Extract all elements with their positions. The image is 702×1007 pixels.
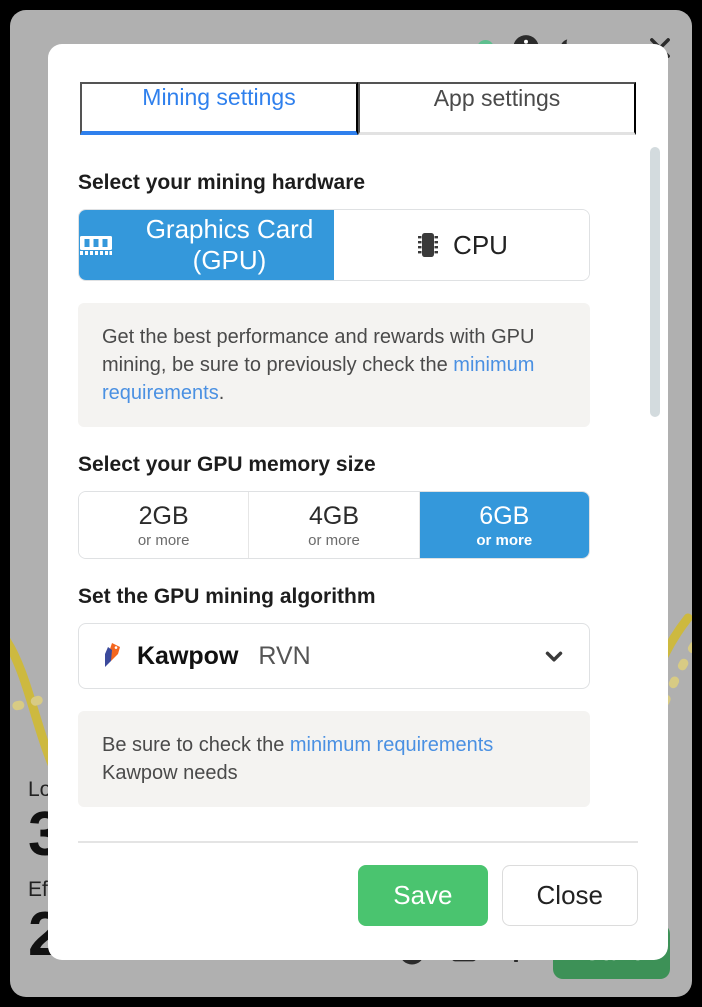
gpu-info-text-after: . — [218, 382, 225, 404]
algorithm-dropdown[interactable]: Kawpow RVN — [78, 623, 590, 689]
memory-option-4gb[interactable]: 4GB or more — [249, 492, 420, 558]
algorithm-info-text-after: Kawpow needs — [102, 762, 238, 784]
algorithm-ticker: RVN — [258, 641, 311, 670]
scrollbar-track[interactable] — [650, 147, 660, 825]
chevron-down-icon[interactable] — [541, 643, 567, 669]
algorithm-section: Set the GPU mining algorithm Kawpow RVN — [78, 585, 638, 807]
memory-option-2gb-sub: or more — [137, 531, 190, 549]
memory-option-6gb-sub: or more — [476, 531, 533, 549]
ravencoin-icon — [101, 641, 123, 671]
memory-option-4gb-sub: or more — [308, 531, 360, 549]
hardware-option-gpu-label: Graphics Card (GPU) — [145, 214, 314, 275]
gpu-icon — [79, 232, 113, 258]
hardware-option-gpu[interactable]: Graphics Card (GPU) — [79, 210, 334, 280]
memory-option-4gb-size: 4GB — [308, 501, 359, 530]
hardware-title: Select your mining hardware — [78, 171, 366, 194]
memory-section: Select your GPU memory size 2GB or more … — [78, 453, 638, 559]
memory-title: Select your GPU memory size — [78, 453, 376, 476]
memory-option-6gb[interactable]: 6GB or more — [419, 492, 589, 558]
close-button[interactable]: Close — [501, 865, 638, 926]
modal-body: Select your mining hardware Graphics Car… — [48, 135, 668, 841]
memory-option-6gb-size: 6GB — [479, 501, 530, 530]
tab-bar: Mining settings App settings — [48, 82, 668, 135]
algorithm-name: Kawpow — [137, 641, 239, 670]
algorithm-info-text-before: Be sure to check the — [102, 734, 290, 756]
hardware-selector: Graphics Card (GPU) CPU — [78, 209, 590, 281]
tab-mining-settings[interactable]: Mining settings — [80, 82, 358, 135]
hardware-option-cpu-label: CPU — [453, 229, 508, 260]
algorithm-minimum-requirements-link[interactable]: minimum requirements — [290, 734, 493, 756]
hardware-option-cpu[interactable]: CPU — [334, 210, 589, 280]
memory-option-2gb[interactable]: 2GB or more — [79, 492, 250, 558]
cpu-icon — [415, 230, 441, 260]
hardware-section: Select your mining hardware Graphics Car… — [78, 171, 638, 427]
gpu-info-callout: Get the best performance and rewards wit… — [78, 303, 590, 427]
scrollbar-thumb[interactable] — [650, 147, 660, 417]
tab-app-settings[interactable]: App settings — [358, 82, 636, 135]
save-button[interactable]: Save — [358, 865, 488, 926]
settings-modal: Mining settings App settings Select your… — [48, 44, 668, 960]
algorithm-title: Set the GPU mining algorithm — [78, 585, 376, 608]
memory-option-2gb-size: 2GB — [138, 501, 189, 530]
modal-footer: Save Close — [78, 841, 638, 960]
memory-selector: 2GB or more 4GB or more 6GB or more — [78, 491, 590, 559]
screen: Lo 3 Ef 295MH — [0, 0, 702, 1007]
algorithm-info-callout: Be sure to check the minimum requirement… — [78, 711, 590, 807]
